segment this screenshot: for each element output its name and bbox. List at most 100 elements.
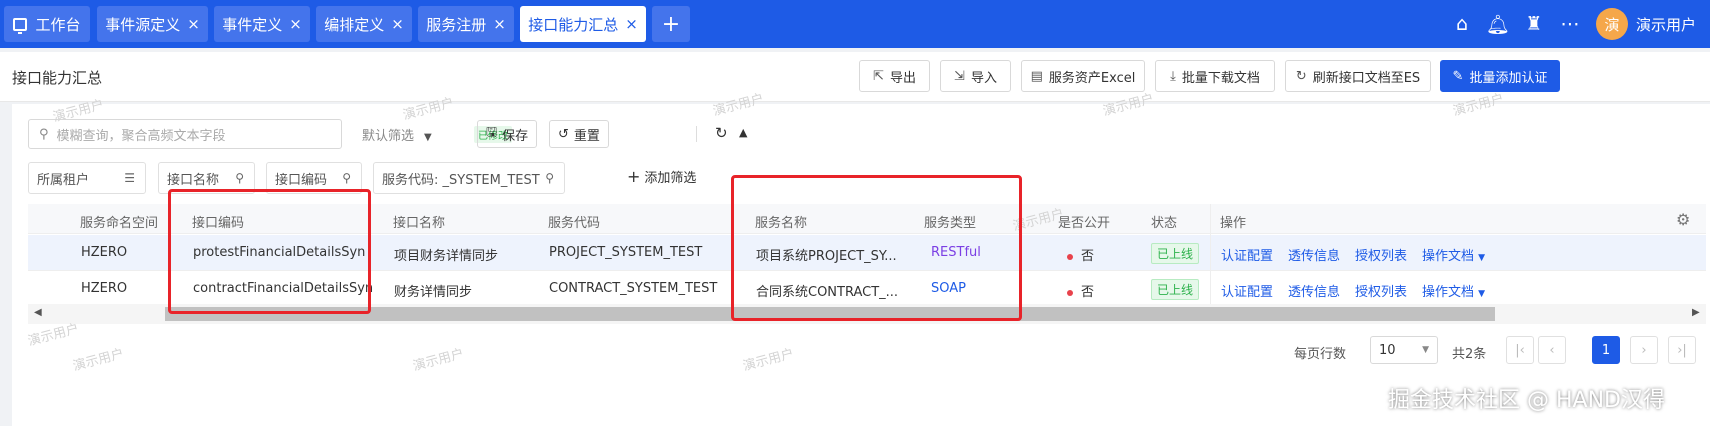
interface-name-filter-label: 接口名称 — [167, 172, 220, 188]
scroll-right-icon[interactable]: ▶ — [1692, 307, 1700, 318]
page-title: 接口能力汇总 — [12, 69, 103, 87]
tenant-filter[interactable]: 所属租户 ☰ — [28, 162, 146, 194]
tab-label: 工作台 — [35, 15, 81, 34]
docs-label: 操作文档 — [1422, 249, 1475, 264]
more-icon[interactable]: ⋯ — [1552, 13, 1588, 35]
docs-dropdown[interactable]: 操作文档 ▼ — [1422, 245, 1485, 264]
page-1-button[interactable]: 1 — [1592, 336, 1620, 364]
col-actions: 操作 — [1220, 216, 1247, 231]
watermark: 演示用户 — [741, 346, 796, 375]
add-filter-button[interactable]: + 添加筛选 — [627, 167, 696, 186]
search-placeholder: 模糊查询，聚合高频文本字段 — [56, 128, 226, 144]
asset-excel-label: 服务资产Excel — [1048, 70, 1136, 86]
search-input[interactable]: ⚲ 模糊查询，聚合高频文本字段 — [28, 119, 342, 149]
passthrough-link[interactable]: 透传信息 — [1288, 281, 1340, 300]
page-size-select[interactable]: 10 ▼ — [1370, 336, 1438, 364]
annotation-box-interface-code — [168, 189, 371, 314]
last-page-icon: ›| — [1677, 342, 1687, 358]
excel-icon: ▤ — [1030, 68, 1043, 84]
tab-orchestration[interactable]: 编排定义 × — [316, 6, 412, 42]
auth-list-link[interactable]: 授权列表 — [1355, 281, 1407, 300]
watermark: 演示用户 — [411, 346, 466, 375]
tab-event-definition[interactable]: 事件定义 × — [214, 6, 310, 42]
tab-workbench[interactable]: 工作台 — [4, 6, 90, 42]
default-filter-select[interactable]: 默认筛选 ▼ — [362, 125, 432, 144]
cell-public: 否 — [1067, 281, 1094, 300]
avatar[interactable]: 演 — [1595, 8, 1628, 40]
refresh-es-label: 刷新接口文档至ES — [1312, 70, 1421, 86]
save-label: 保存 — [502, 128, 529, 144]
search-icon: ⚲ — [545, 171, 554, 185]
status-badge: 已上线 — [1151, 243, 1200, 264]
total-count: 共2条 — [1452, 347, 1487, 362]
reset-button[interactable]: ↺ 重置 — [549, 120, 609, 148]
chevron-down-icon: ▼ — [1422, 345, 1429, 355]
docs-dropdown[interactable]: 操作文档 ▼ — [1422, 281, 1485, 300]
cell-namespace: HZERO — [81, 245, 128, 260]
tab-event-source[interactable]: 事件源定义 × — [97, 6, 208, 42]
batch-download-button[interactable]: ⤓ 批量下载文档 — [1155, 60, 1275, 92]
col-namespace[interactable]: 服务命名空间 — [80, 212, 158, 231]
auth-list-link[interactable]: 授权列表 — [1355, 245, 1407, 264]
refresh-icon[interactable]: ↻ — [715, 124, 728, 142]
service-code-filter[interactable]: 服务代码: _SYSTEM_TEST ⚲ — [373, 162, 565, 194]
tab-label: 服务注册 — [426, 15, 487, 34]
add-tab-button[interactable]: + — [652, 6, 690, 42]
search-icon: ⚲ — [342, 171, 351, 185]
close-icon[interactable]: × — [625, 15, 638, 33]
col-service-code[interactable]: 服务代码 — [548, 212, 600, 231]
gear-icon[interactable]: ⚙ — [1676, 210, 1690, 229]
refresh-icon: ↻ — [1295, 68, 1307, 84]
tab-interface-summary[interactable]: 接口能力汇总 × — [520, 6, 646, 42]
close-icon[interactable]: × — [493, 15, 506, 33]
batch-download-label: 批量下载文档 — [1181, 70, 1260, 86]
export-button[interactable]: ⇱ 导出 — [859, 60, 930, 92]
chevron-down-icon: ▼ — [424, 132, 432, 143]
reset-label: 重置 — [573, 128, 600, 144]
shirt-icon[interactable]: ♜ — [1516, 13, 1552, 35]
close-icon[interactable]: × — [187, 15, 200, 33]
interface-code-filter-label: 接口编码 — [275, 172, 328, 188]
page-size-value: 10 — [1379, 342, 1396, 358]
cell-interface-name: 财务详情同步 — [394, 285, 473, 300]
add-filter-label: 添加筛选 — [644, 171, 697, 186]
bell-icon[interactable]: 🔔︎ — [1480, 13, 1516, 36]
close-icon[interactable]: × — [289, 15, 302, 33]
next-page-button[interactable]: › — [1630, 336, 1658, 364]
reset-icon: ↺ — [558, 126, 569, 142]
passthrough-link[interactable]: 透传信息 — [1288, 245, 1340, 264]
public-value: 否 — [1081, 285, 1095, 300]
auth-config-link[interactable]: 认证配置 — [1221, 245, 1273, 264]
service-code-filter-label: 服务代码: _SYSTEM_TEST — [382, 172, 540, 188]
collapse-icon[interactable]: ▲ — [739, 126, 747, 139]
tab-service-registry[interactable]: 服务注册 × — [418, 6, 514, 42]
scroll-left-icon[interactable]: ◀ — [34, 307, 42, 318]
refresh-es-button[interactable]: ↻ 刷新接口文档至ES — [1285, 60, 1431, 92]
chevron-right-icon: › — [1641, 342, 1647, 358]
tab-label: 事件定义 — [222, 15, 283, 34]
edit-icon: ✎ — [1452, 68, 1464, 84]
cell-interface-name: 项目财务详情同步 — [394, 249, 499, 264]
tab-label: 编排定义 — [324, 15, 385, 34]
divider — [696, 126, 697, 142]
status-badge: 已上线 — [1151, 279, 1200, 300]
import-button[interactable]: ⇲ 导入 — [940, 60, 1011, 92]
cell-namespace: HZERO — [81, 281, 128, 296]
col-public[interactable]: 是否公开 — [1058, 212, 1110, 231]
auth-config-link[interactable]: 认证配置 — [1221, 281, 1273, 300]
tab-label: 接口能力汇总 — [528, 15, 619, 34]
home-icon[interactable]: ⌂ — [1444, 13, 1480, 35]
save-button[interactable]: 🖫︎ 保存 — [477, 120, 538, 148]
col-interface-name[interactable]: 接口名称 — [393, 212, 445, 231]
annotation-box-service-info — [731, 175, 1022, 321]
prev-page-button[interactable]: ‹ — [1538, 336, 1566, 364]
close-icon[interactable]: × — [391, 15, 404, 33]
last-page-button[interactable]: ›| — [1668, 336, 1696, 364]
asset-excel-button[interactable]: ▤ 服务资产Excel — [1021, 60, 1145, 92]
cell-service-code: CONTRACT_SYSTEM_TEST — [549, 281, 718, 296]
status-dot — [1067, 253, 1073, 260]
user-name[interactable]: 演示用户 — [1636, 14, 1696, 35]
col-status[interactable]: 状态 — [1151, 212, 1177, 231]
first-page-button[interactable]: |‹ — [1506, 336, 1534, 364]
tenant-filter-label: 所属租户 — [37, 172, 90, 188]
